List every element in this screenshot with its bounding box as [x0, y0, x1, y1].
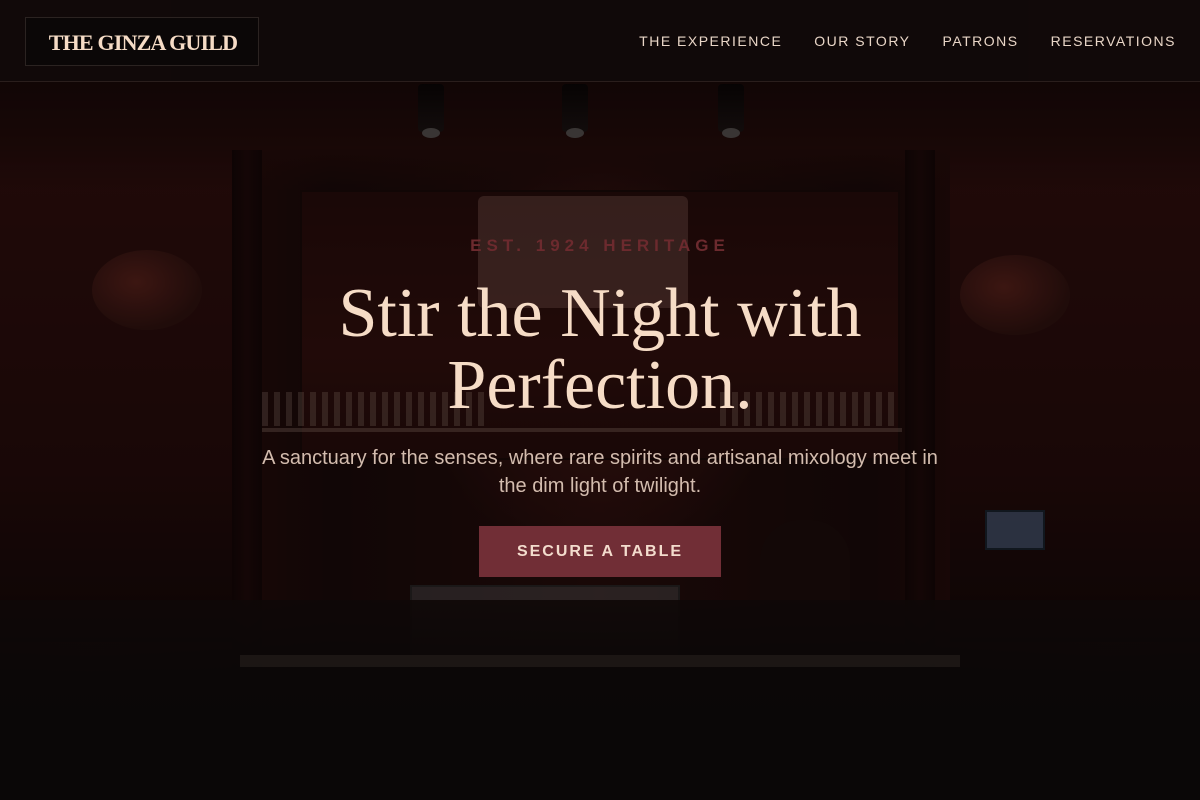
hero-section: EST. 1924 HERITAGE Stir the Night with P…: [0, 82, 1200, 800]
logo-text: THE GINZA GUILD: [48, 30, 238, 55]
nav-link-patrons[interactable]: PATRONS: [943, 33, 1019, 49]
hero-title: Stir the Night with Perfection.: [338, 275, 862, 424]
secure-table-button[interactable]: SECURE A TABLE: [479, 526, 721, 577]
main-nav: THE EXPERIENCE OUR STORY PATRONS RESERVA…: [639, 0, 1176, 82]
hero-eyebrow: EST. 1924 HERITAGE: [470, 236, 730, 255]
site-header: THE GINZA GUILD THE EXPERIENCE OUR STORY…: [0, 0, 1200, 82]
logo[interactable]: THE GINZA GUILD: [25, 17, 259, 66]
nav-link-experience[interactable]: THE EXPERIENCE: [639, 33, 782, 49]
nav-link-our-story[interactable]: OUR STORY: [814, 33, 910, 49]
nav-link-reservations[interactable]: RESERVATIONS: [1051, 33, 1176, 49]
hero-subtitle: A sanctuary for the senses, where rare s…: [262, 447, 938, 497]
